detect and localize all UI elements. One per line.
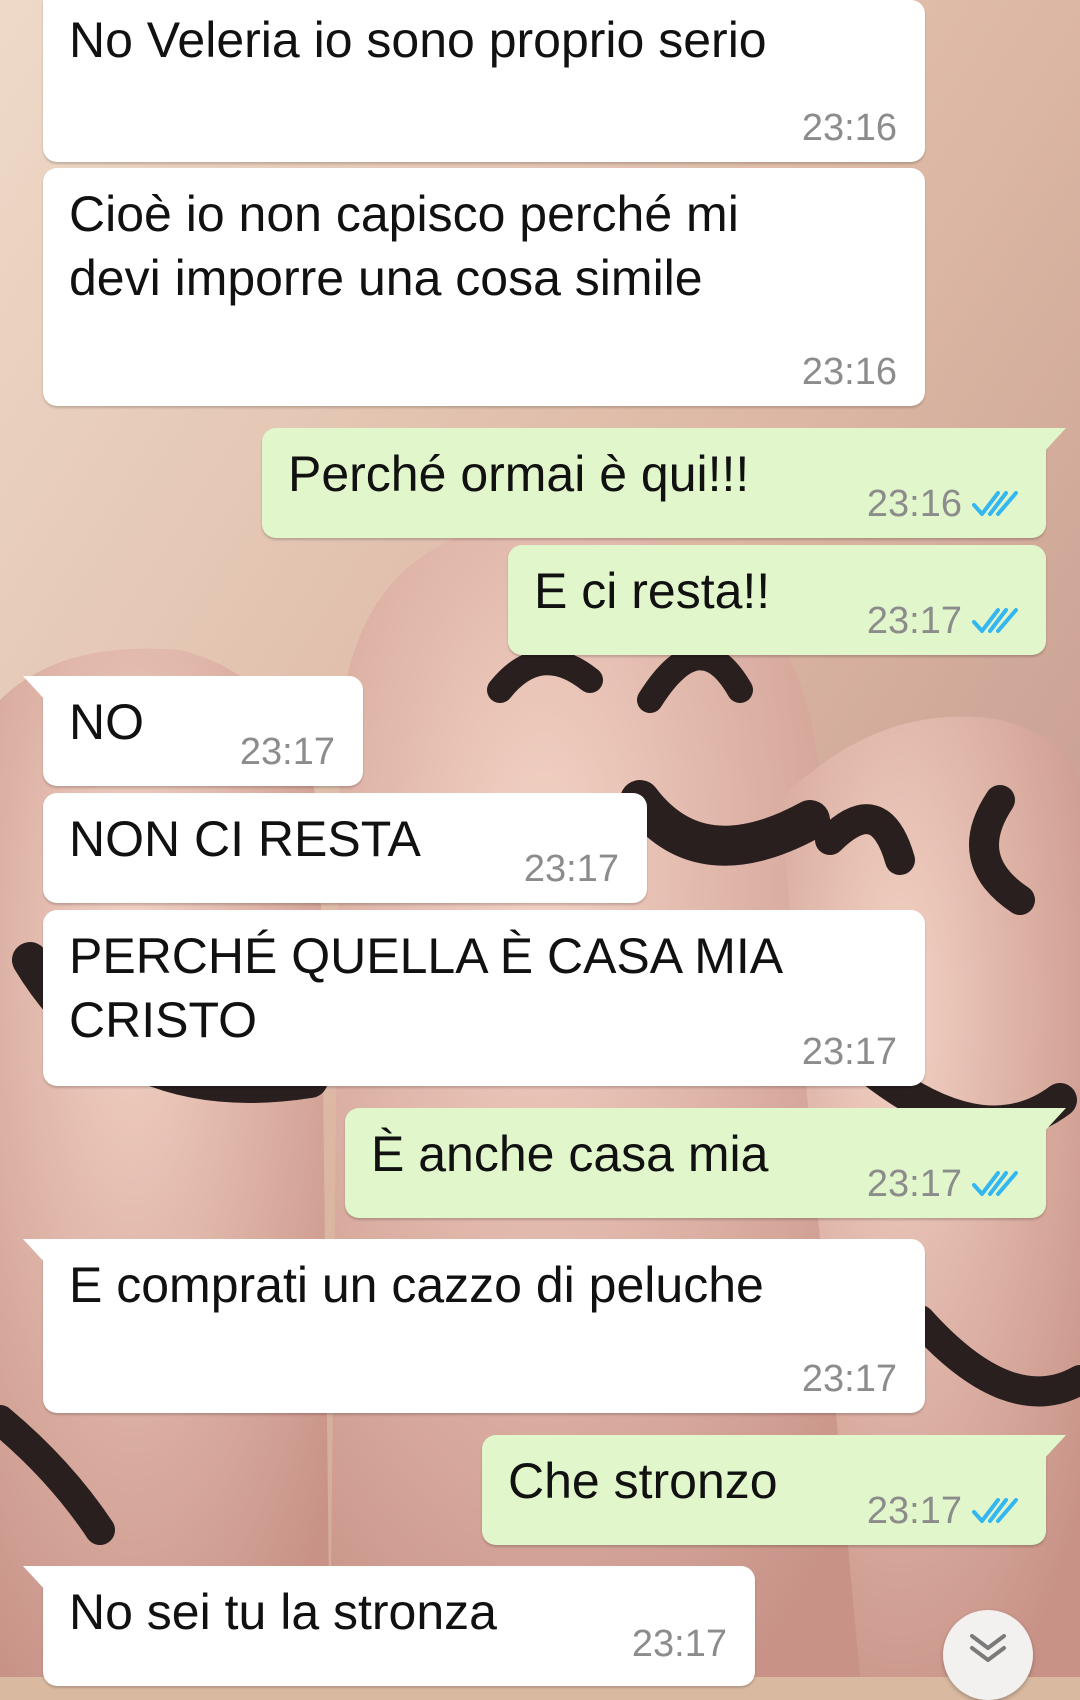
message-bubble-incoming[interactable]: NON CI RESTA 23:17	[43, 793, 647, 903]
message-text: No Veleria io sono proprio serio	[69, 12, 767, 68]
double-check-read-icon	[972, 1171, 1018, 1196]
message-time: 23:17	[866, 1490, 962, 1532]
message-bubble-outgoing[interactable]: Perché ormai è qui!!! 23:16	[262, 428, 1066, 538]
message-bubble-incoming[interactable]: PERCHÉ QUELLA È CASA MIA CRISTO 23:17	[43, 910, 925, 1086]
message-text: PERCHÉ QUELLA È CASA MIA CRISTO	[69, 928, 784, 1048]
bubble-tail	[1042, 1108, 1066, 1134]
message-text: Cioè io non capisco perché mi devi impor…	[69, 186, 739, 306]
message-bubble-incoming[interactable]: Cioè io non capisco perché mi devi impor…	[43, 168, 925, 406]
scroll-to-bottom-button[interactable]	[943, 1610, 1033, 1700]
message-time: 23:16	[866, 483, 962, 525]
message-time: 23:16	[801, 351, 897, 393]
bubble-tail	[23, 676, 47, 702]
message-text: No sei tu la stronza	[69, 1584, 497, 1640]
message-bubble-incoming[interactable]: No Veleria io sono proprio serio 23:16	[43, 0, 925, 162]
bubble-tail	[23, 1239, 47, 1265]
message-time: 23:17	[631, 1623, 727, 1665]
double-check-read-icon	[972, 1498, 1018, 1523]
message-time: 23:17	[866, 600, 962, 642]
double-chevron-down-icon	[970, 1634, 1006, 1662]
message-time: 23:17	[523, 848, 619, 890]
double-check-read-icon	[972, 491, 1018, 516]
message-bubble-incoming[interactable]: NO 23:17	[23, 676, 363, 786]
message-text: E comprati un cazzo di peluche	[69, 1257, 764, 1313]
message-bubble-outgoing[interactable]: E ci resta!! 23:17	[508, 545, 1046, 655]
message-time: 23:17	[866, 1163, 962, 1205]
message-bubble-outgoing[interactable]: È anche casa mia 23:17	[345, 1108, 1066, 1218]
bubble-tail	[1042, 428, 1066, 454]
message-bubble-incoming[interactable]: E comprati un cazzo di peluche 23:17	[23, 1239, 925, 1413]
message-time: 23:17	[239, 731, 335, 773]
bubble-tail	[1042, 1435, 1066, 1461]
bubble-tail	[23, 1566, 47, 1592]
message-time: 23:16	[801, 107, 897, 149]
double-check-read-icon	[972, 608, 1018, 633]
message-bubble-outgoing[interactable]: Che stronzo 23:17	[482, 1435, 1066, 1545]
message-bubble-incoming[interactable]: No sei tu la stronza 23:17	[23, 1566, 755, 1686]
message-time: 23:17	[801, 1358, 897, 1400]
message-time: 23:17	[801, 1031, 897, 1073]
